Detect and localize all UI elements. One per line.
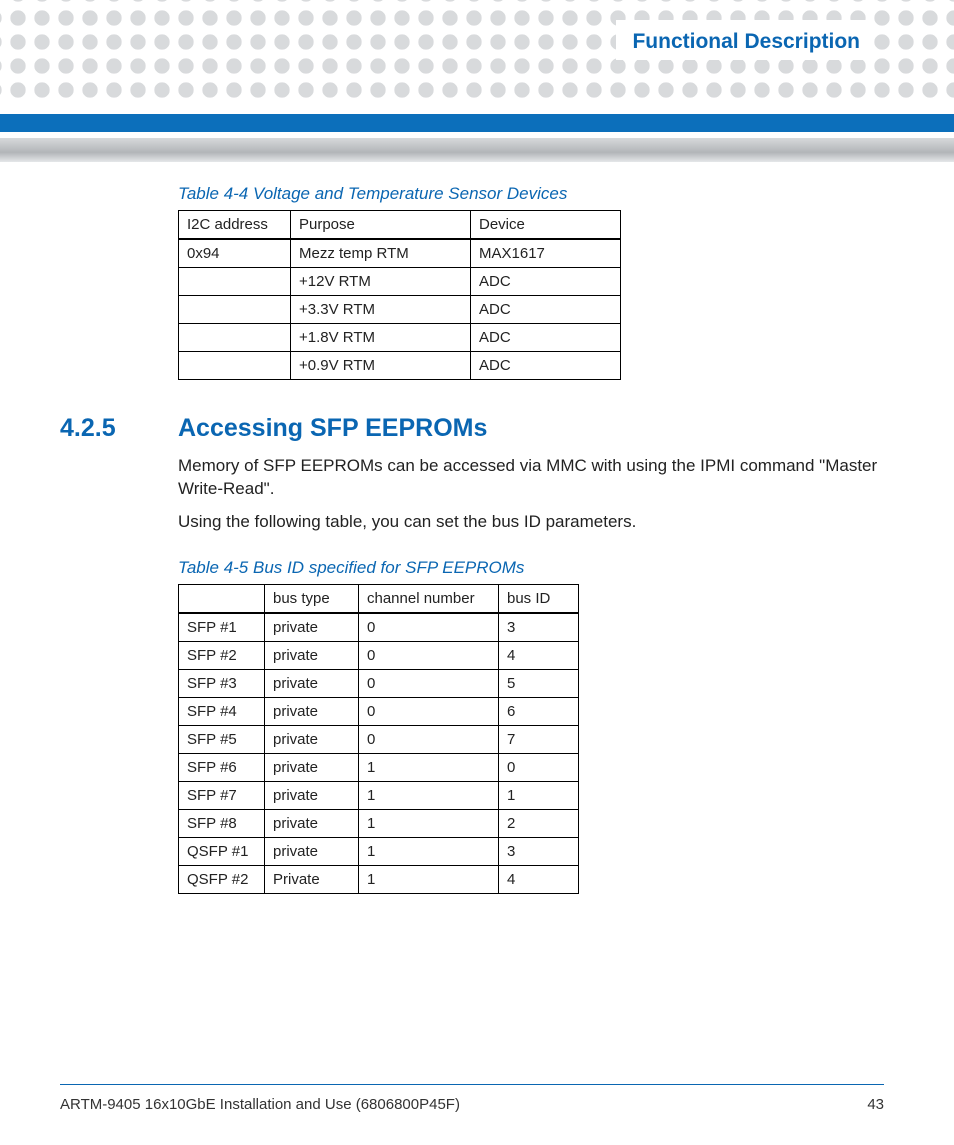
col-bus-type: bus type bbox=[265, 584, 359, 613]
page-content: Table 4-4 Voltage and Temperature Sensor… bbox=[60, 184, 884, 894]
section-heading: 4.2.5 Accessing SFP EEPROMs bbox=[60, 414, 884, 443]
table-row: +1.8V RTMADC bbox=[179, 324, 621, 352]
table-row: SFP #5private07 bbox=[179, 725, 579, 753]
col-blank bbox=[179, 584, 265, 613]
table-4-4-caption: Table 4-4 Voltage and Temperature Sensor… bbox=[178, 184, 884, 204]
col-bus-id: bus ID bbox=[499, 584, 579, 613]
col-channel-number: channel number bbox=[359, 584, 499, 613]
section-paragraph: Memory of SFP EEPROMs can be accessed vi… bbox=[178, 455, 878, 501]
table-4-5-caption: Table 4-5 Bus ID specified for SFP EEPRO… bbox=[178, 558, 884, 578]
table-row: QSFP #2Private14 bbox=[179, 865, 579, 893]
footer-page-number: 43 bbox=[867, 1096, 884, 1113]
table-row: SFP #7private11 bbox=[179, 781, 579, 809]
table-row: 0x94Mezz temp RTMMAX1617 bbox=[179, 239, 621, 268]
table-row: SFP #6private10 bbox=[179, 753, 579, 781]
section-paragraph: Using the following table, you can set t… bbox=[178, 511, 878, 534]
footer-rule bbox=[60, 1084, 884, 1085]
table-header-row: I2C address Purpose Device bbox=[179, 211, 621, 240]
table-row: SFP #2private04 bbox=[179, 641, 579, 669]
table-row: SFP #1private03 bbox=[179, 613, 579, 642]
footer-doc-title: ARTM-9405 16x10GbE Installation and Use … bbox=[60, 1096, 460, 1113]
header-grey-bar bbox=[0, 138, 954, 162]
section-title: Accessing SFP EEPROMs bbox=[178, 414, 487, 443]
table-4-4: I2C address Purpose Device 0x94Mezz temp… bbox=[178, 210, 621, 380]
table-4-5: bus type channel number bus ID SFP #1pri… bbox=[178, 584, 579, 894]
table-row: SFP #8private12 bbox=[179, 809, 579, 837]
header-blue-bar bbox=[0, 114, 954, 132]
section-number: 4.2.5 bbox=[60, 414, 178, 443]
table-row: +12V RTMADC bbox=[179, 268, 621, 296]
table-row: +3.3V RTMADC bbox=[179, 296, 621, 324]
table-row: SFP #4private06 bbox=[179, 697, 579, 725]
table-row: +0.9V RTMADC bbox=[179, 352, 621, 380]
chapter-title: Functional Description bbox=[616, 20, 872, 60]
col-device: Device bbox=[471, 211, 621, 240]
table-row: SFP #3private05 bbox=[179, 669, 579, 697]
table-row: QSFP #1private13 bbox=[179, 837, 579, 865]
col-i2c-address: I2C address bbox=[179, 211, 291, 240]
table-header-row: bus type channel number bus ID bbox=[179, 584, 579, 613]
col-purpose: Purpose bbox=[291, 211, 471, 240]
